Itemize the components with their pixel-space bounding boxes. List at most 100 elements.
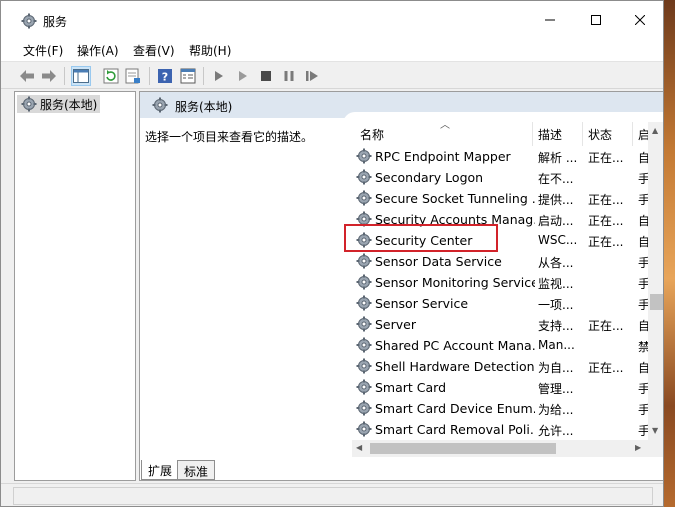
scroll-down-icon[interactable]: ▼	[652, 426, 658, 435]
menu-view[interactable]: 查看(V)	[133, 42, 175, 59]
properties-icon	[180, 68, 196, 84]
title-bar[interactable]: 服务	[1, 1, 663, 39]
details-header-title: 服务(本地)	[175, 100, 233, 114]
column-header-description[interactable]: 描述	[538, 126, 562, 143]
service-row[interactable]: Smart Card Device Enum...为给... 手	[352, 398, 648, 419]
service-row[interactable]: Sensor Monitoring Service监视... 手	[352, 272, 648, 293]
toolbar: ?	[1, 61, 663, 89]
toolbar-separator	[203, 67, 204, 85]
window-title: 服务	[43, 15, 68, 29]
vertical-scroll-thumb[interactable]	[650, 294, 663, 310]
start-service-alt-button[interactable]	[233, 66, 253, 86]
details-pane: 服务(本地) 选择一个项目来查看它的描述。 ︿ 名称 描述 状态 启 RPC E…	[139, 91, 663, 481]
console-tree-icon	[73, 69, 89, 83]
scroll-left-icon[interactable]: ◀	[356, 443, 362, 452]
service-name: Shared PC Account Mana...	[375, 338, 535, 353]
service-description: 提供...	[538, 193, 574, 207]
horizontal-scroll-thumb[interactable]	[370, 443, 556, 454]
service-name: Secondary Logon	[375, 170, 484, 185]
restart-icon	[306, 71, 318, 81]
close-icon	[635, 15, 645, 25]
service-gear-icon	[356, 253, 372, 269]
service-description: 在不...	[538, 172, 574, 186]
minimize-icon	[545, 19, 555, 21]
service-description: Man...	[538, 338, 575, 352]
restart-service-button[interactable]	[302, 66, 322, 86]
menu-action[interactable]: 操作(A)	[77, 42, 119, 59]
service-gear-icon	[356, 148, 372, 164]
service-row[interactable]: RPC Endpoint Mapper 解析 ... 正在... 自	[352, 146, 648, 167]
service-description: 解析 ...	[538, 151, 578, 165]
export-list-button[interactable]	[123, 66, 143, 86]
service-row[interactable]: Server 支持... 正在... 自	[352, 314, 648, 335]
service-startup-type: 手	[638, 254, 648, 271]
service-startup-type: 自	[638, 212, 648, 229]
column-header-name[interactable]: 名称	[360, 126, 384, 143]
column-header-status[interactable]: 状态	[588, 126, 612, 143]
service-row[interactable]: Sensor Data Service 从各... 手	[352, 251, 648, 272]
arrow-right-icon	[42, 70, 56, 82]
service-name: Sensor Service	[375, 296, 469, 311]
service-row[interactable]: Secondary Logon 在不... 手	[352, 167, 648, 188]
horizontal-scrollbar[interactable]: ◀ ▶	[352, 440, 648, 457]
services-window: 服务 文件(F) 操作(A) 查看(V) 帮助(H) ? 服务(本地) 服务(本…	[0, 0, 664, 507]
column-divider[interactable]	[632, 122, 633, 146]
service-description: WSC...	[538, 233, 578, 247]
list-column-header: ︿ 名称 描述 状态 启	[352, 120, 650, 146]
service-description: 支持...	[538, 319, 574, 333]
service-status: 正在...	[588, 193, 624, 207]
back-button[interactable]	[17, 66, 37, 86]
service-description: 启动...	[538, 214, 574, 228]
properties-button[interactable]	[178, 66, 198, 86]
scroll-up-icon[interactable]: ▲	[652, 126, 658, 135]
service-status: 正在...	[588, 319, 624, 333]
menu-help[interactable]: 帮助(H)	[189, 42, 231, 59]
vertical-scrollbar[interactable]: ▲ ▼	[648, 122, 663, 440]
menu-file[interactable]: 文件(F)	[23, 42, 63, 59]
service-description: 管理...	[538, 382, 574, 396]
service-startup-type: 手	[638, 422, 648, 439]
service-startup-type: 手	[638, 296, 648, 313]
toolbar-separator	[64, 67, 65, 85]
tree-item-label: 服务(本地)	[40, 98, 98, 112]
service-gear-icon	[356, 190, 372, 206]
export-list-icon	[125, 68, 140, 84]
tab-standard[interactable]: 标准	[177, 460, 216, 480]
toolbar-separator	[149, 67, 150, 85]
service-row[interactable]: Smart Card Removal Poli...允许... 手	[352, 419, 648, 440]
tab-extended[interactable]: 扩展	[141, 460, 180, 480]
stop-icon	[261, 71, 271, 81]
close-button[interactable]	[617, 1, 663, 39]
start-service-button[interactable]	[209, 66, 229, 86]
forward-button[interactable]	[39, 66, 59, 86]
pause-service-button[interactable]	[279, 66, 299, 86]
service-row[interactable]: Smart Card 管理... 手	[352, 377, 648, 398]
help-icon: ?	[158, 69, 172, 84]
column-divider[interactable]	[582, 122, 583, 146]
highlight-box	[344, 224, 498, 252]
tree-item-services-local[interactable]: 服务(本地)	[17, 95, 101, 113]
service-name: Smart Card Removal Poli...	[375, 422, 535, 437]
refresh-button[interactable]	[101, 66, 121, 86]
help-button[interactable]: ?	[155, 66, 175, 86]
service-startup-type: 手	[638, 191, 648, 208]
service-name: Sensor Monitoring Service	[375, 275, 535, 290]
show-hide-tree-button[interactable]	[71, 66, 91, 86]
sort-ascending-icon: ︿	[440, 120, 450, 131]
service-row[interactable]: Sensor Service 一项... 手	[352, 293, 648, 314]
console-tree: 服务(本地)	[14, 91, 136, 481]
status-bar-panel	[13, 487, 653, 505]
scroll-right-icon[interactable]: ▶	[635, 443, 641, 452]
service-row[interactable]: Shared PC Account Mana...Man... 禁	[352, 335, 648, 356]
service-description: 允许...	[538, 424, 574, 438]
maximize-button[interactable]	[573, 1, 619, 39]
column-divider[interactable]	[532, 122, 533, 146]
maximize-icon	[591, 15, 601, 25]
minimize-button[interactable]	[527, 1, 573, 39]
service-startup-type: 自	[638, 149, 648, 166]
service-row[interactable]: Secure Socket Tunneling ...提供... 正在... 手	[352, 188, 648, 209]
stop-service-button[interactable]	[256, 66, 276, 86]
menu-bar: 文件(F) 操作(A) 查看(V) 帮助(H)	[1, 39, 663, 61]
service-row[interactable]: Shell Hardware Detection为自... 正在... 自	[352, 356, 648, 377]
status-bar	[1, 483, 663, 506]
